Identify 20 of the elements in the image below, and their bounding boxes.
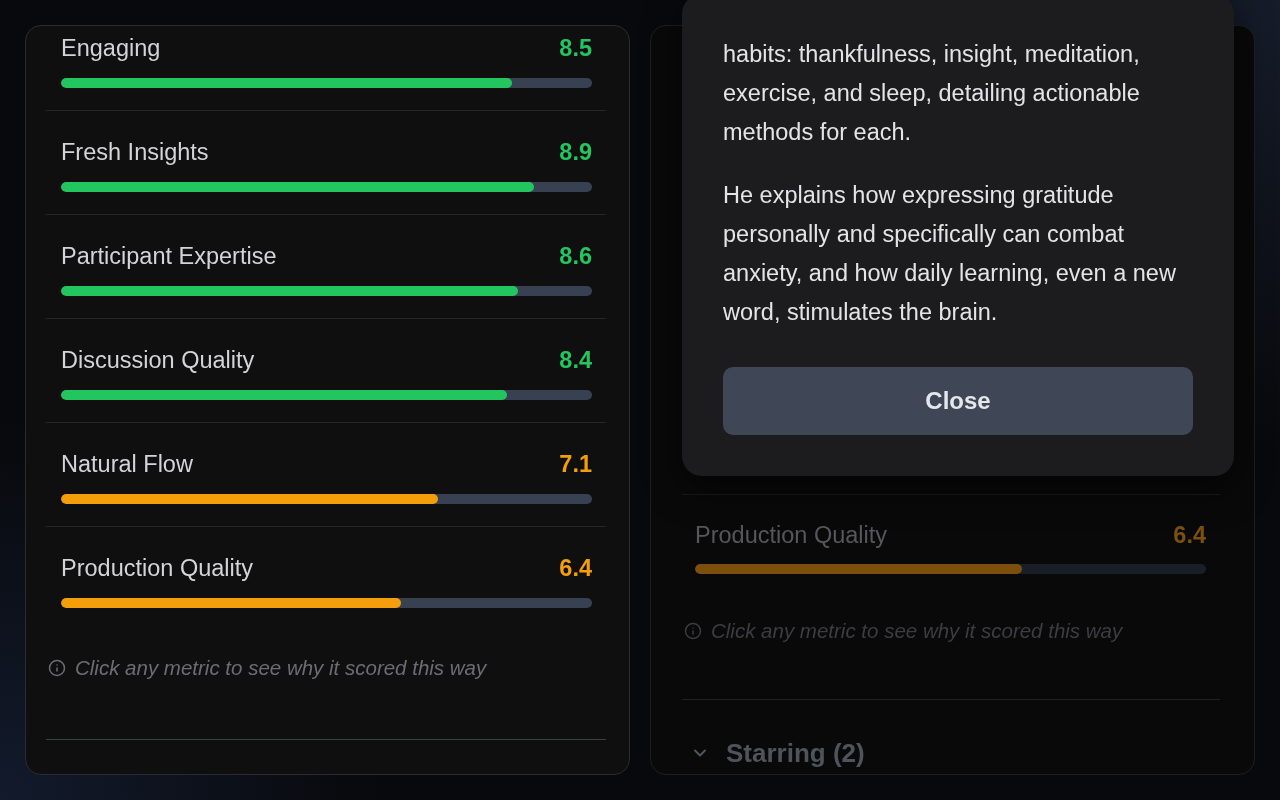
metric-label[interactable]: Engaging	[61, 34, 161, 62]
dialog-text: habits: thankfulness, insight, meditation, exercise, and sleep, detailing actionable methods for each.	[723, 40, 1141, 147]
metric-score: 7.1	[559, 450, 592, 478]
metric-score: 6.4	[559, 554, 592, 582]
metric-label[interactable]: Discussion Quality	[61, 346, 255, 374]
info-icon	[48, 659, 66, 677]
hint-text: Click any metric to see why it scored this way	[711, 619, 1123, 643]
dialog-text: He explains how expressing gratitude personally and specifically can combat anxiety, and how daily learning, even a new word, stimulates the brain.	[723, 181, 1177, 327]
info-icon	[684, 622, 702, 640]
metric-score: 6.4	[1173, 521, 1206, 549]
hint-text: Click any metric to see why it scored this way	[75, 656, 487, 680]
metric-score: 8.5	[559, 34, 592, 62]
metric-label[interactable]: Production Quality	[61, 554, 254, 582]
metric-label[interactable]: Natural Flow	[61, 450, 193, 478]
metric-label[interactable]: Participant Expertise	[61, 242, 277, 270]
close-button[interactable]: Close	[723, 367, 1193, 435]
metric-score: 8.6	[559, 242, 592, 270]
metric-score: 8.9	[559, 138, 592, 166]
metric-score: 8.4	[559, 346, 592, 374]
metric-label[interactable]: Fresh Insights	[61, 138, 209, 166]
